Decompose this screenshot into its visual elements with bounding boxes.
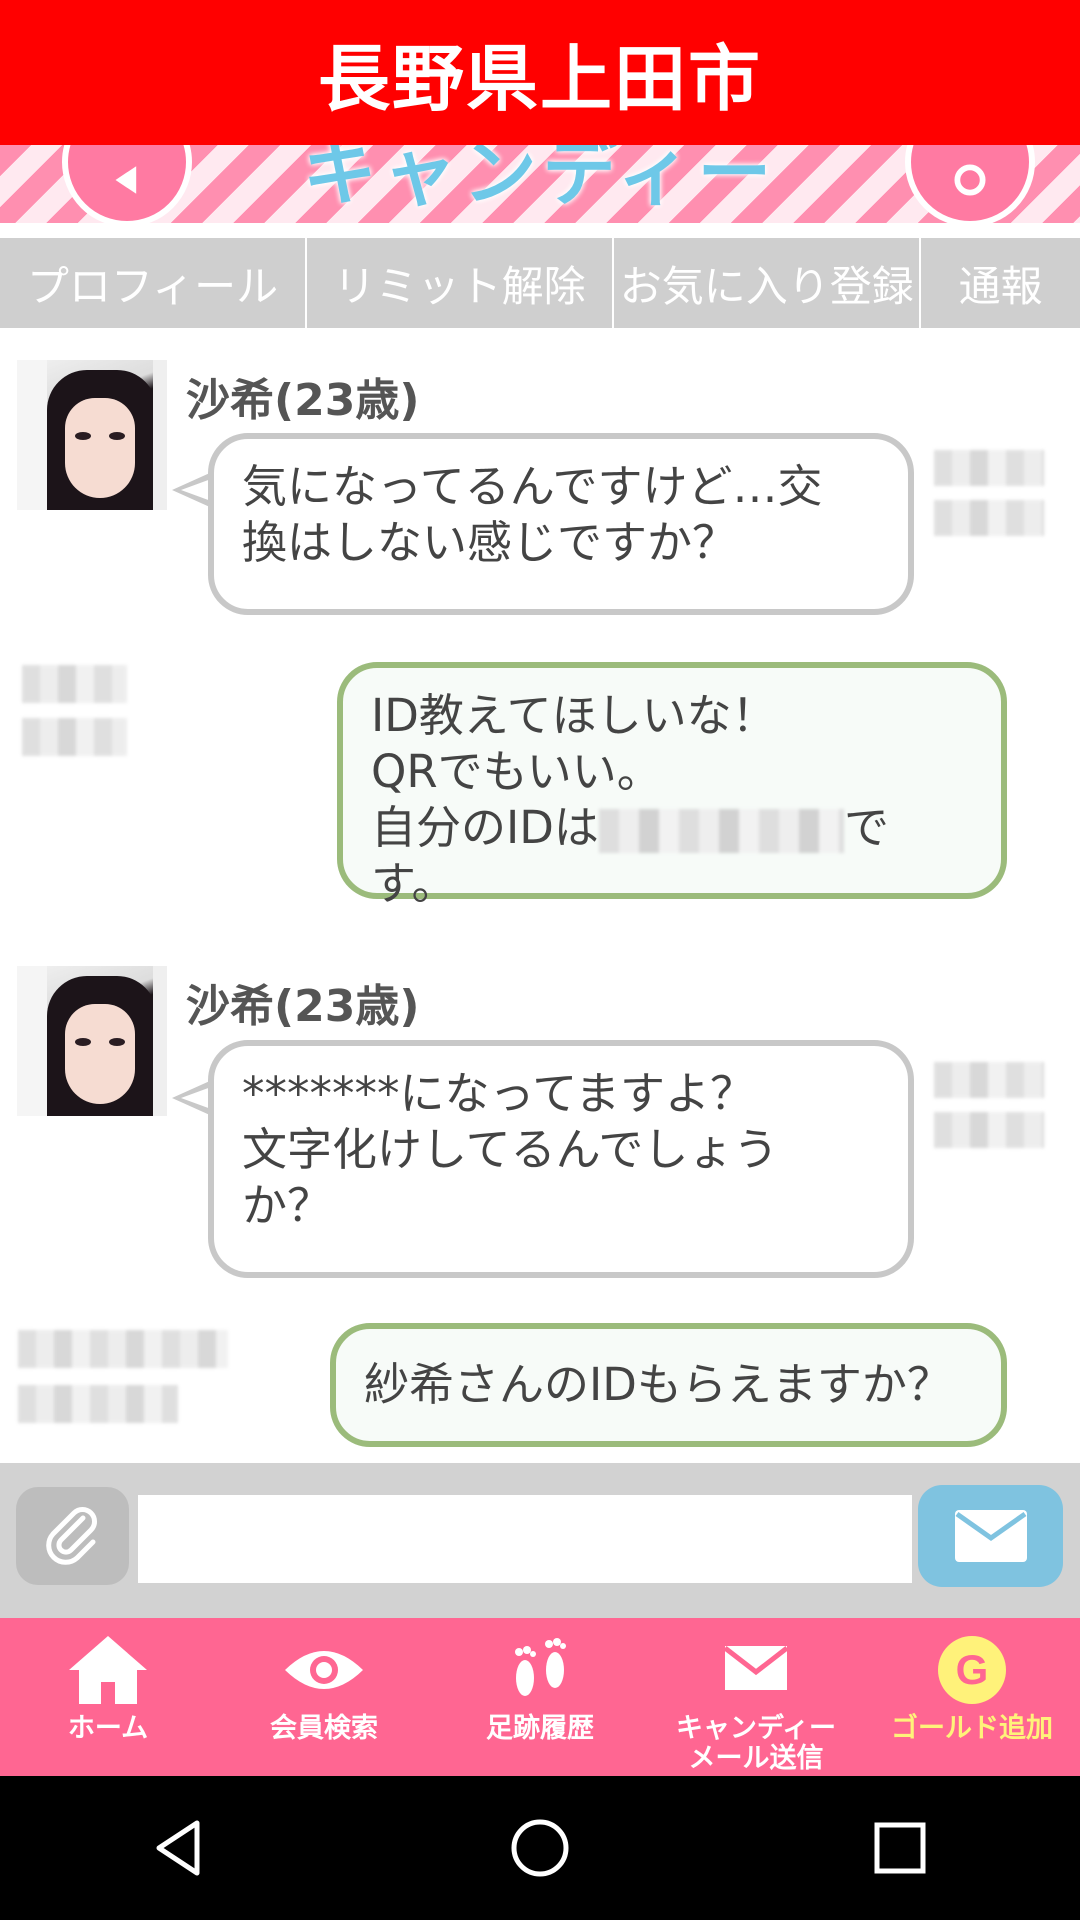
action-tabs: プロフィール リミット解除 お気に入り登録 通報 (0, 238, 1080, 328)
send-button[interactable] (918, 1485, 1063, 1587)
gold-icon: G (938, 1636, 1006, 1704)
footprints-icon (515, 1638, 566, 1696)
location-header: 長野県上田市 (0, 0, 1080, 145)
redacted-id (598, 809, 844, 853)
redacted-timestamp (22, 718, 127, 756)
eye-icon (285, 1651, 363, 1689)
location-title: 長野県上田市 (317, 37, 762, 121)
app-banner: キャンディー (0, 145, 1080, 227)
system-navigation-bar (0, 1776, 1080, 1920)
message-bubble-incoming: 気になってるんですけど…交 換はしない感じですか？ (208, 433, 914, 615)
reload-icon (954, 164, 986, 196)
bubble-tail (172, 1080, 212, 1116)
message-composer (0, 1463, 1080, 1618)
message-bubble-incoming: *******になってますよ？ 文字化けしてるんでしょう か？ (208, 1040, 914, 1278)
message-line: 自分のIDは です。 (371, 800, 973, 912)
tab-favorite[interactable]: お気に入り登録 (614, 238, 922, 328)
message-line-prefix: 自分のIDは (371, 801, 599, 854)
message-bubble-outgoing: 紗希さんのIDもらえますか？ (330, 1323, 1007, 1447)
nav-label: ゴールド追加 (891, 1713, 1053, 1744)
message-bubble-outgoing: ID教えてほしいな！ QRでもいい。 自分のIDは です。 (337, 662, 1007, 910)
nav-home[interactable]: ホーム (0, 1618, 216, 1776)
nav-add-gold[interactable]: G ゴールド追加 (864, 1618, 1080, 1776)
home-icon (69, 1636, 147, 1704)
attach-button[interactable] (16, 1487, 129, 1585)
back-icon[interactable] (145, 1813, 215, 1883)
nav-label: ホーム (67, 1713, 149, 1744)
redacted-timestamp (934, 450, 1044, 486)
recents-icon[interactable] (865, 1813, 935, 1883)
nav-label: キャンディー メール送信 (675, 1713, 837, 1774)
redacted-timestamp (934, 1062, 1044, 1098)
redacted-timestamp (934, 1112, 1044, 1148)
redacted-timestamp (18, 1330, 228, 1368)
message-input[interactable] (138, 1495, 912, 1583)
bottom-navigation: ホーム 会員検索 足跡履歴 キャンディー メール送信 G ゴールド追加 (0, 1618, 1080, 1776)
tab-profile[interactable]: プロフィール (0, 238, 308, 328)
nav-member-search[interactable]: 会員検索 (216, 1618, 432, 1776)
home-circle-icon[interactable] (505, 1813, 575, 1883)
tab-limit-release[interactable]: リミット解除 (307, 238, 615, 328)
envelope-icon (954, 1510, 1027, 1562)
redacted-timestamp (22, 665, 127, 703)
avatar[interactable] (17, 966, 167, 1116)
message-line: ID教えてほしいな！ (371, 689, 777, 742)
nav-footprints[interactable]: 足跡履歴 (432, 1618, 648, 1776)
redacted-timestamp (934, 500, 1044, 536)
svg-text:G: G (956, 1646, 989, 1693)
bubble-tail (172, 472, 212, 508)
nav-send-mail[interactable]: キャンディー メール送信 (648, 1618, 864, 1776)
paperclip-icon (45, 1507, 97, 1565)
tab-report[interactable]: 通報 (921, 238, 1080, 328)
message-line: QRでもいい。 (371, 745, 662, 798)
mail-icon (723, 1646, 789, 1690)
redacted-timestamp (18, 1385, 178, 1423)
nav-label: 足跡履歴 (486, 1713, 594, 1744)
message-text: 紗希さんのIDもらえますか？ (364, 1358, 952, 1411)
sender-name: 沙希(23歳) (186, 375, 420, 426)
nav-label: 会員検索 (270, 1713, 378, 1744)
sender-name: 沙希(23歳) (186, 981, 420, 1032)
avatar[interactable] (17, 360, 167, 510)
